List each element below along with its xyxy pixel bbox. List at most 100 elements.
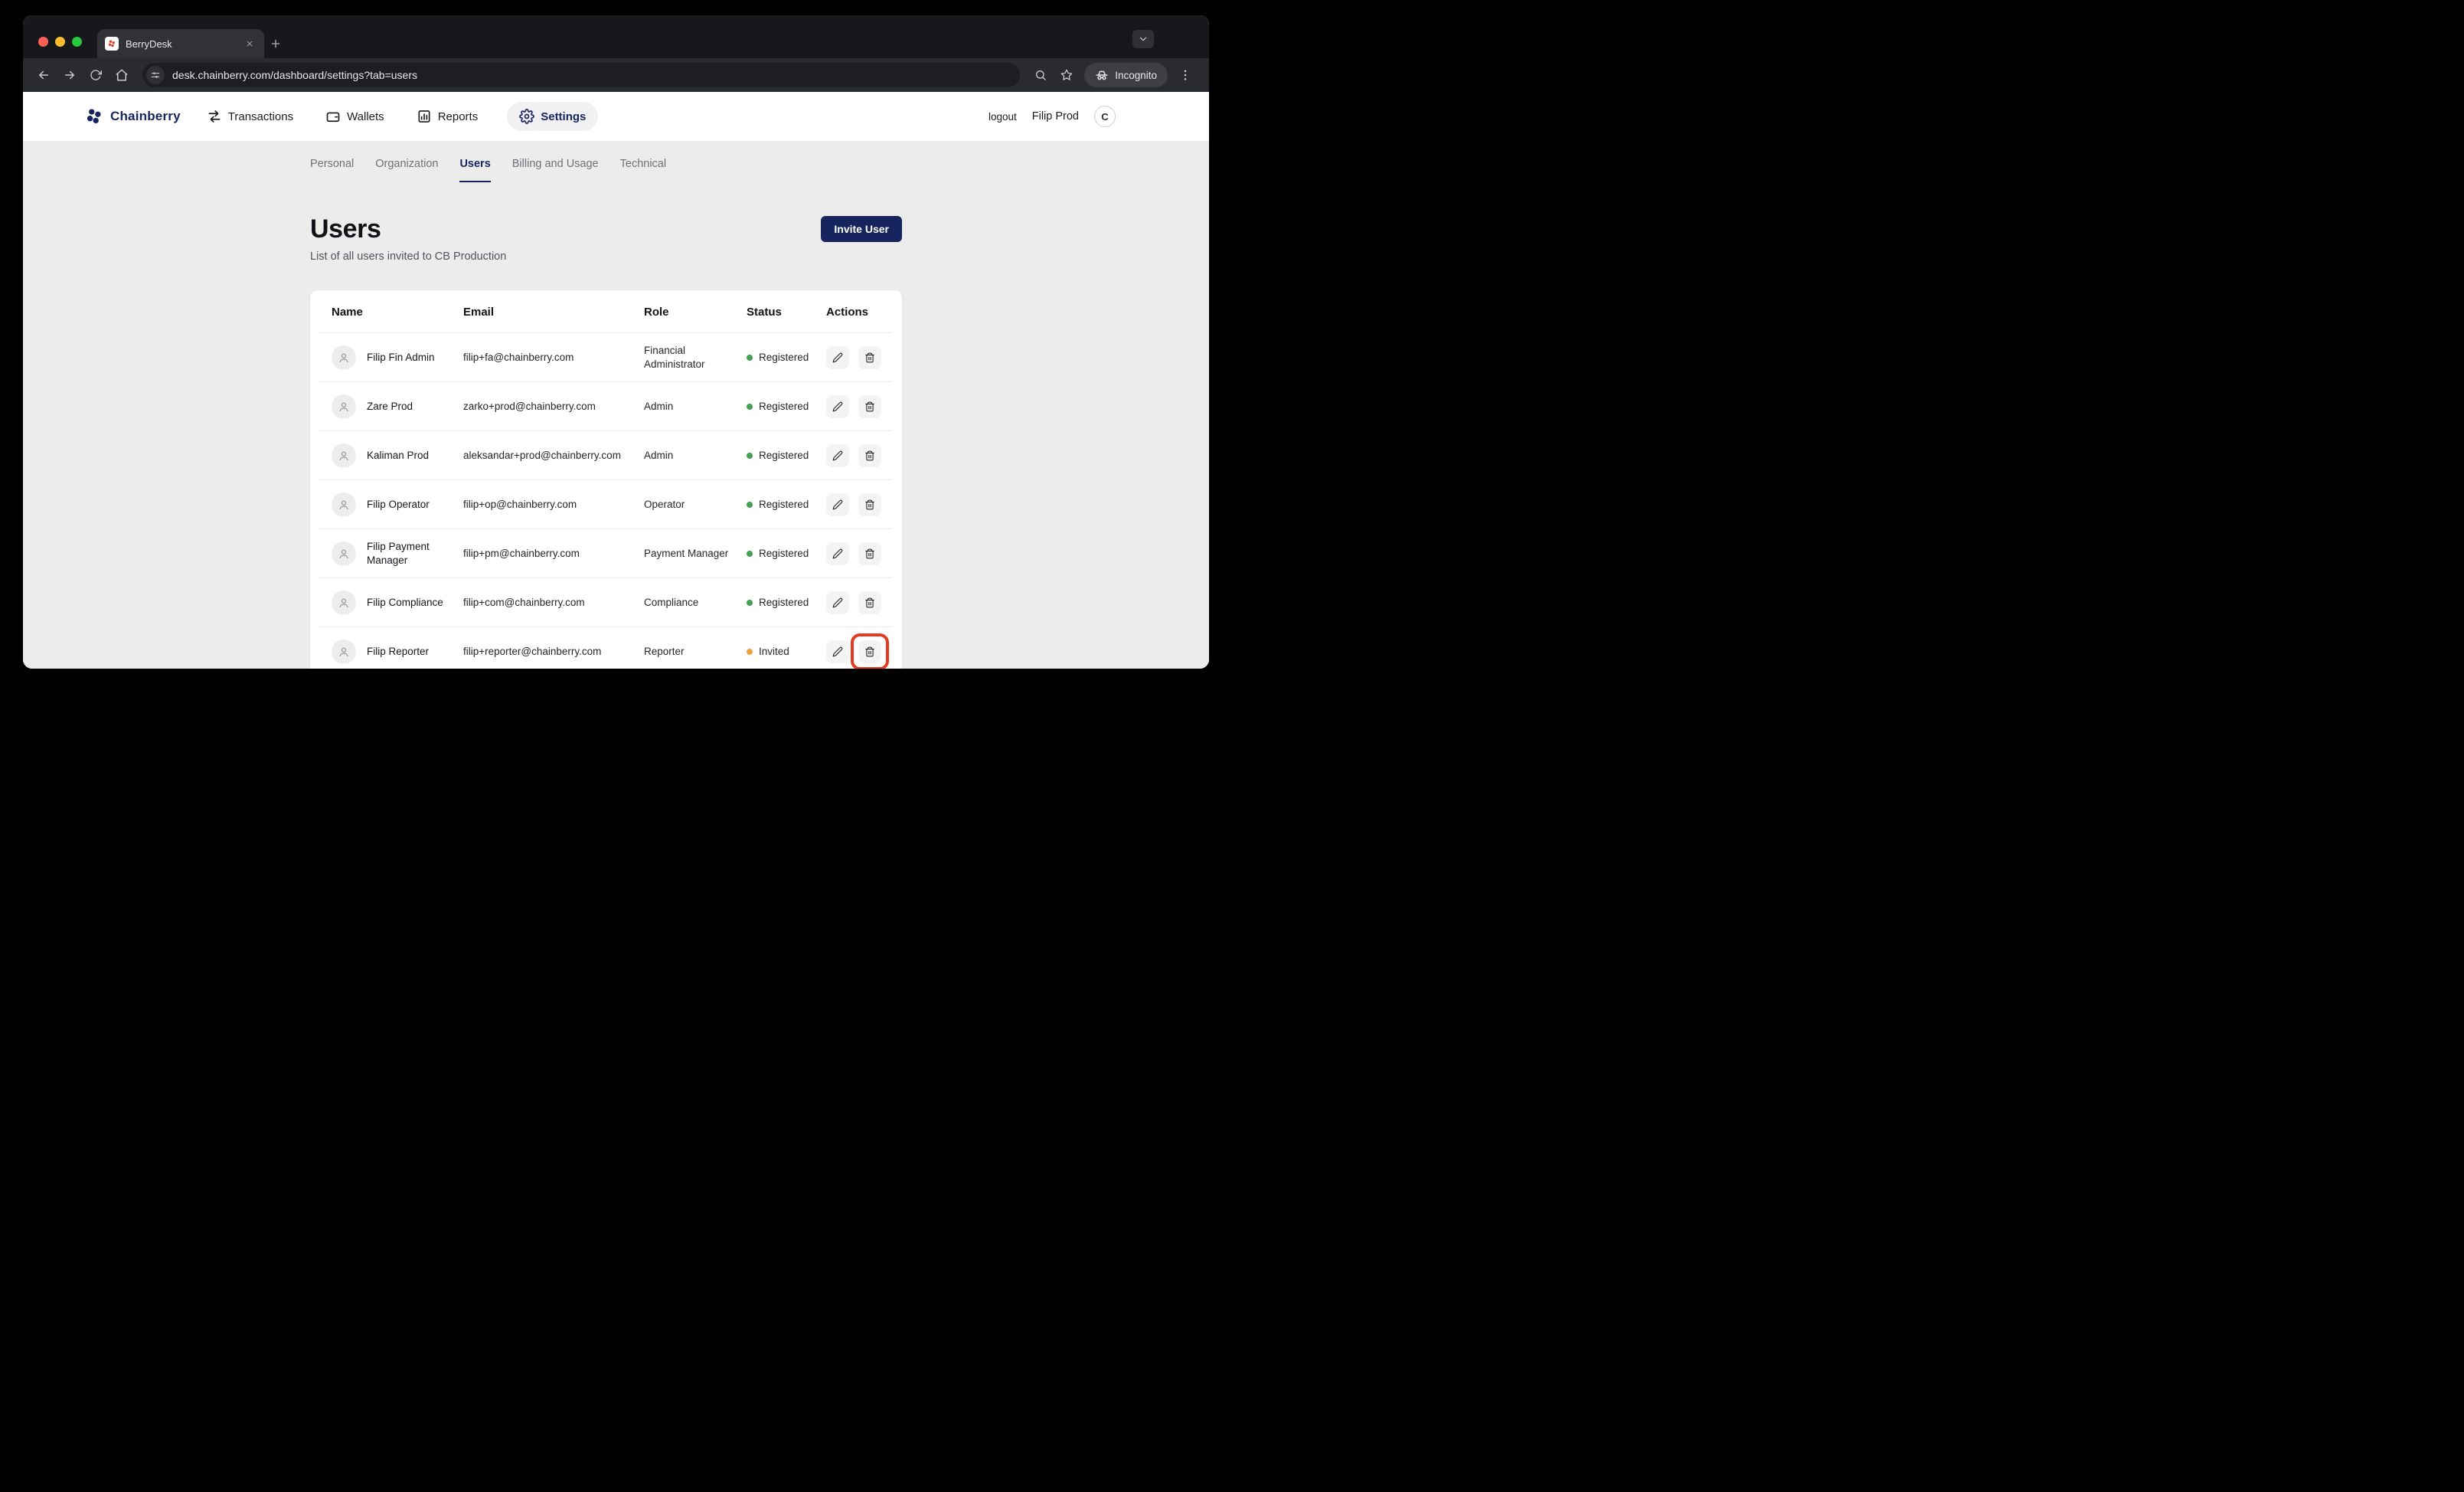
gear-icon — [519, 109, 534, 124]
user-avatar-icon — [332, 345, 356, 370]
user-avatar-icon — [332, 394, 356, 419]
edit-button[interactable] — [826, 591, 849, 614]
header-right: logout Filip Prod C — [989, 106, 1116, 127]
tab-favicon-icon — [105, 37, 119, 51]
status-dot — [747, 404, 753, 410]
edit-button[interactable] — [826, 395, 849, 418]
status-label: Registered — [759, 400, 816, 414]
url-text[interactable]: desk.chainberry.com/dashboard/settings?t… — [172, 69, 417, 81]
main-nav: Transactions Wallets Reports Settings — [204, 102, 599, 131]
tab-close-icon[interactable] — [243, 37, 257, 51]
traffic-lights — [38, 37, 82, 47]
user-email: aleksandar+prod@chainberry.com — [463, 449, 644, 463]
incognito-icon — [1095, 68, 1109, 82]
user-name: Filip Reporter — [367, 645, 429, 659]
browser-tab[interactable]: BerryDesk — [97, 29, 264, 58]
site-settings-icon[interactable] — [146, 66, 165, 84]
delete-button[interactable] — [858, 591, 881, 614]
forward-button[interactable] — [58, 64, 81, 87]
table-row: Filip Reporter filip+reporter@chainberry… — [310, 627, 902, 669]
settings-tabs: Personal Organization Users Billing and … — [310, 158, 902, 182]
delete-button[interactable] — [858, 346, 881, 369]
table-row: Filip Fin Admin filip+fa@chainberry.com … — [310, 333, 902, 382]
reload-button[interactable] — [84, 64, 107, 87]
edit-button[interactable] — [826, 640, 849, 663]
status-label: Registered — [759, 449, 816, 463]
edit-button[interactable] — [826, 542, 849, 565]
tab-billing-and-usage[interactable]: Billing and Usage — [512, 158, 599, 182]
nav-reports[interactable]: Reports — [413, 103, 482, 130]
nav-transactions[interactable]: Transactions — [204, 103, 296, 130]
tab-technical[interactable]: Technical — [620, 158, 666, 182]
user-role: Payment Manager — [644, 547, 747, 561]
app-header: Chainberry Transactions Wallets Reports — [23, 92, 1209, 141]
transactions-icon — [207, 109, 222, 124]
table-row: Filip Operator filip+op@chainberry.com O… — [310, 480, 902, 529]
tab-search-chevron-button[interactable] — [1132, 30, 1154, 48]
user-avatar-icon — [332, 542, 356, 566]
edit-button[interactable] — [826, 444, 849, 467]
user-name: Filip Payment Manager — [367, 540, 463, 568]
col-header-role: Role — [644, 306, 747, 319]
users-table-card: Name Email Role Status Actions Filip Fin… — [310, 290, 902, 669]
nav-wallets-label: Wallets — [347, 110, 384, 123]
minimize-window-button[interactable] — [55, 37, 65, 47]
user-email: filip+op@chainberry.com — [463, 498, 644, 512]
nav-reports-label: Reports — [438, 110, 479, 123]
new-tab-button[interactable] — [264, 29, 287, 58]
user-email: filip+pm@chainberry.com — [463, 547, 644, 561]
delete-button[interactable] — [858, 493, 881, 516]
user-email: filip+reporter@chainberry.com — [463, 645, 644, 659]
bookmark-star-icon[interactable] — [1055, 64, 1078, 87]
browser-toolbar: desk.chainberry.com/dashboard/settings?t… — [23, 58, 1209, 92]
home-button[interactable] — [110, 64, 133, 87]
user-name: Filip Operator — [367, 498, 430, 512]
user-name-label: Filip Prod — [1032, 110, 1079, 123]
status-label: Registered — [759, 596, 816, 610]
address-bar[interactable]: desk.chainberry.com/dashboard/settings?t… — [142, 63, 1020, 87]
status-dot — [747, 453, 753, 459]
browser-tab-strip: BerryDesk — [23, 15, 1209, 58]
status-dot — [747, 649, 753, 655]
delete-button[interactable] — [858, 395, 881, 418]
edit-button[interactable] — [826, 493, 849, 516]
tab-organization[interactable]: Organization — [375, 158, 438, 182]
invite-user-button[interactable]: Invite User — [821, 216, 902, 242]
maximize-window-button[interactable] — [72, 37, 82, 47]
user-name: Kaliman Prod — [367, 449, 429, 463]
nav-settings[interactable]: Settings — [507, 102, 598, 131]
page-subtitle: List of all users invited to CB Producti… — [310, 250, 506, 263]
status-label: Registered — [759, 498, 816, 512]
browser-menu-button[interactable] — [1174, 64, 1197, 87]
edit-button[interactable] — [826, 346, 849, 369]
user-avatar-icon — [332, 640, 356, 664]
delete-button[interactable] — [858, 640, 881, 663]
delete-button[interactable] — [858, 444, 881, 467]
back-button[interactable] — [32, 64, 55, 87]
incognito-label: Incognito — [1115, 70, 1157, 81]
delete-button[interactable] — [858, 542, 881, 565]
col-header-status: Status — [747, 306, 826, 319]
nav-wallets[interactable]: Wallets — [322, 103, 387, 130]
user-avatar[interactable]: C — [1094, 106, 1116, 127]
close-window-button[interactable] — [38, 37, 48, 47]
tab-users[interactable]: Users — [459, 158, 490, 182]
berry-logo-icon — [84, 106, 104, 126]
incognito-badge: Incognito — [1084, 63, 1168, 87]
nav-settings-label: Settings — [541, 110, 586, 123]
brand-name: Chainberry — [110, 109, 181, 124]
desktop-background: BerryDesk desk.chainberry.com/dashboard/… — [0, 0, 1232, 746]
logout-button[interactable]: logout — [989, 111, 1017, 123]
user-name: Zare Prod — [367, 400, 413, 414]
table-row: Zare Prod zarko+prod@chainberry.com Admi… — [310, 382, 902, 431]
status-dot — [747, 600, 753, 606]
tab-personal[interactable]: Personal — [310, 158, 354, 182]
user-role: Admin — [644, 400, 747, 414]
table-row: Filip Payment Manager filip+pm@chainberr… — [310, 529, 902, 578]
user-name: Filip Compliance — [367, 596, 443, 610]
page-content: Personal Organization Users Billing and … — [23, 141, 1209, 669]
user-role: Financial Administrator — [644, 344, 747, 371]
user-name: Filip Fin Admin — [367, 351, 435, 365]
brand-logo[interactable]: Chainberry — [84, 106, 181, 126]
zoom-search-icon[interactable] — [1029, 64, 1052, 87]
